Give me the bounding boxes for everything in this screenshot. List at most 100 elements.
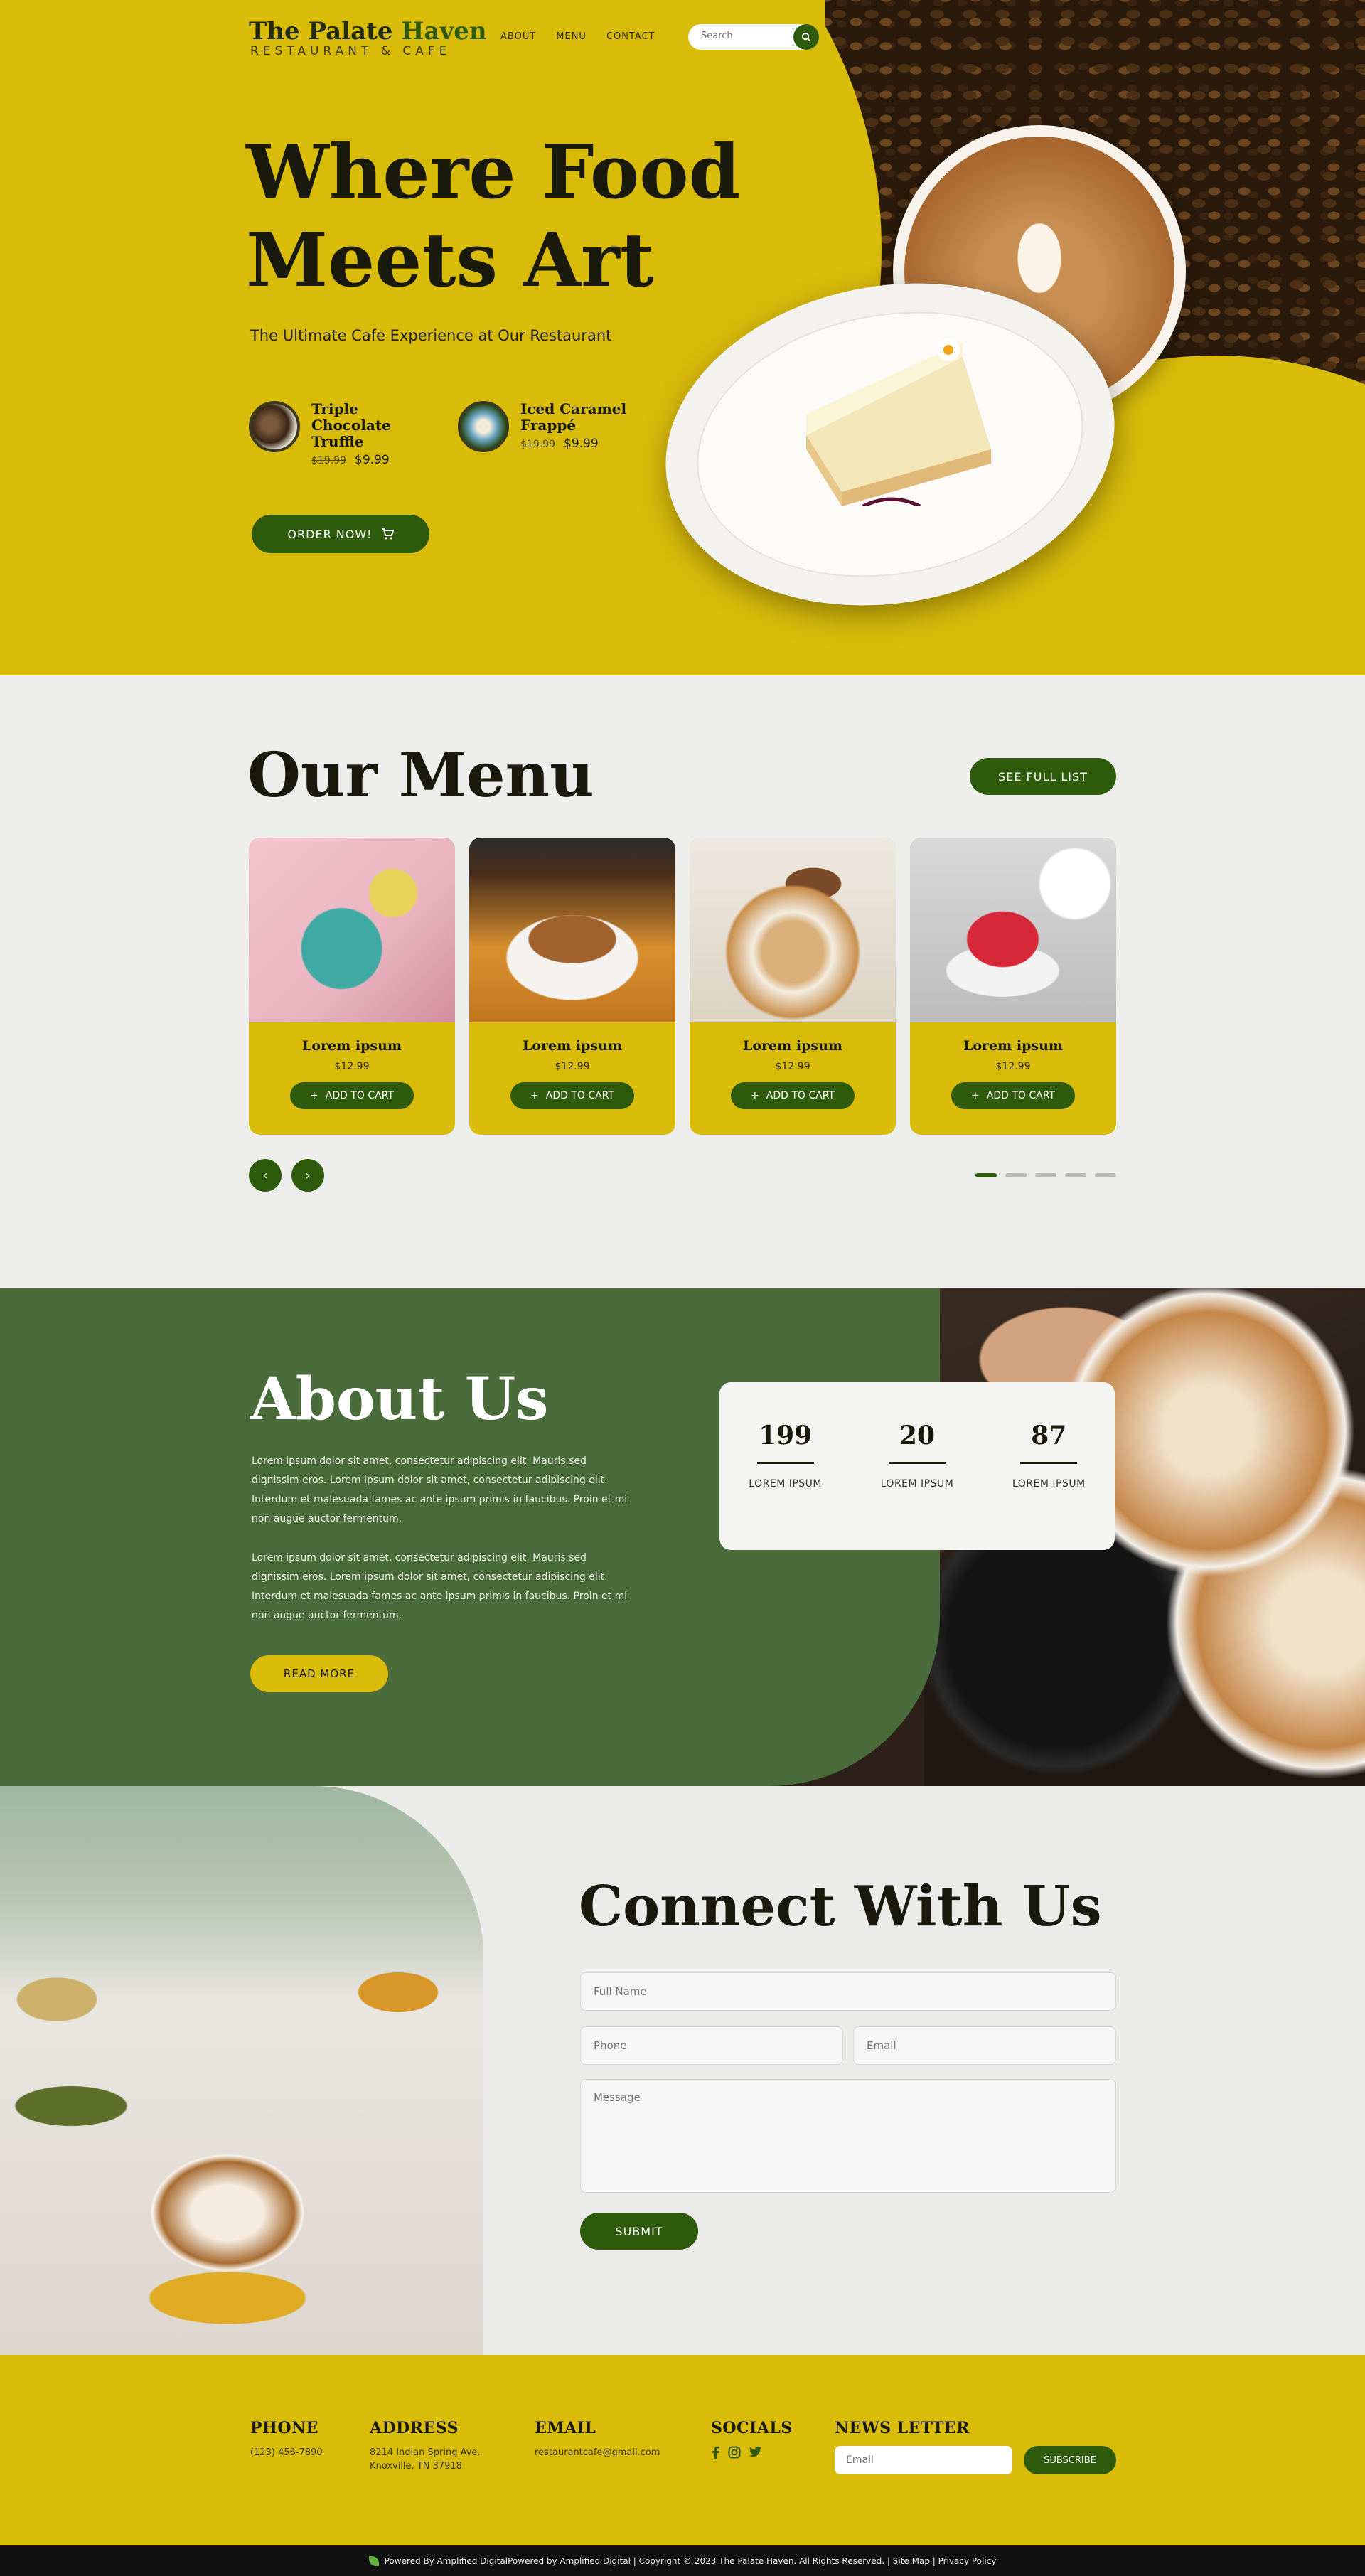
- search-input[interactable]: [701, 31, 786, 41]
- see-full-list-button[interactable]: SEE FULL LIST: [970, 758, 1116, 795]
- newsletter-email-input[interactable]: [835, 2446, 1012, 2474]
- search-icon: [801, 32, 811, 42]
- nav-link-about[interactable]: ABOUT: [500, 31, 536, 42]
- menu-title: Our Menu: [247, 739, 594, 811]
- nav-links: ABOUT MENU CONTACT: [500, 31, 655, 42]
- submit-button[interactable]: SUBMIT: [580, 2213, 698, 2250]
- carousel-prev-button[interactable]: ‹: [249, 1159, 282, 1192]
- featured-item-name: Triple Chocolate Truffle: [311, 400, 391, 450]
- hero-title: Where Food Meets Art: [246, 128, 740, 304]
- footer-phone-heading: PHONE: [250, 2419, 318, 2437]
- featured-item[interactable]: Triple Chocolate Truffle $19.99 $9.99: [249, 401, 437, 467]
- menu-item-name: Lorem ipsum: [963, 1038, 1063, 1054]
- stats-card: 199 LOREM IPSUM 20 LOREM IPSUM 87 LOREM …: [719, 1382, 1115, 1550]
- menu-card[interactable]: Lorem ipsum $12.99 + ADD TO CART: [690, 838, 896, 1135]
- stat-item: 199 LOREM IPSUM: [739, 1421, 832, 1550]
- menu-item-image: [469, 838, 675, 1022]
- footer-phone: PHONE (123) 456-7890: [250, 2419, 323, 2459]
- plus-icon: +: [971, 1090, 980, 1101]
- subscribe-button[interactable]: SUBSCRIBE: [1024, 2446, 1116, 2474]
- featured-item-name: Iced Caramel Frappé: [520, 400, 627, 434]
- top-navigation: The Palate Haven RESTAURANT & CAFE ABOUT…: [249, 17, 819, 60]
- phone-field[interactable]: [594, 2027, 830, 2064]
- carousel-dot[interactable]: [1095, 1173, 1116, 1177]
- stat-divider: [1020, 1462, 1078, 1464]
- menu-item-name: Lorem ipsum: [743, 1038, 842, 1054]
- about-paragraph: Lorem ipsum dolor sit amet, consectetur …: [252, 1552, 628, 1621]
- featured-item[interactable]: Iced Caramel Frappé $19.99 $9.99: [458, 401, 646, 467]
- add-to-cart-button[interactable]: + ADD TO CART: [290, 1082, 414, 1109]
- footer-address: ADDRESS 8214 Indian Spring Ave. Knoxvill…: [370, 2419, 481, 2473]
- brand-title-part2: Haven: [401, 17, 487, 46]
- menu-section: Our Menu SEE FULL LIST Lorem ipsum $12.9…: [0, 675, 1365, 1288]
- carousel-dot[interactable]: [1035, 1173, 1056, 1177]
- add-to-cart-label: ADD TO CART: [325, 1090, 394, 1101]
- contact-title: Connect With Us: [579, 1874, 1102, 1939]
- phone-field-wrapper: [580, 2026, 843, 2065]
- footer-phone-value[interactable]: (123) 456-7890: [250, 2446, 323, 2459]
- menu-card[interactable]: Lorem ipsum $12.99 + ADD TO CART: [249, 838, 455, 1135]
- featured-item-new-price: $9.99: [564, 437, 599, 451]
- hero-featured-items: Triple Chocolate Truffle $19.99 $9.99 Ice…: [249, 401, 646, 467]
- add-to-cart-button[interactable]: + ADD TO CART: [951, 1082, 1075, 1109]
- newsletter-form: SUBSCRIBE: [835, 2446, 1116, 2474]
- carousel-next-button[interactable]: ›: [291, 1159, 324, 1192]
- search-button[interactable]: [793, 24, 819, 50]
- full-name-field[interactable]: [594, 1973, 1103, 2010]
- facebook-icon[interactable]: [711, 2446, 719, 2459]
- leaf-icon: [368, 2555, 379, 2566]
- message-field-wrapper: [580, 2079, 1116, 2193]
- cart-icon: [381, 528, 394, 540]
- footer-newsletter-heading: NEWS LETTER: [835, 2419, 970, 2437]
- carousel-dot[interactable]: [1005, 1173, 1027, 1177]
- hero-title-line1: Where Food: [246, 128, 741, 215]
- order-now-button[interactable]: ORDER NOW!: [252, 515, 429, 553]
- plus-icon: +: [310, 1090, 318, 1101]
- add-to-cart-button[interactable]: + ADD TO CART: [510, 1082, 634, 1109]
- footer-email: EMAIL restaurantcafe@gmail.com: [535, 2419, 660, 2459]
- menu-card[interactable]: Lorem ipsum $12.99 + ADD TO CART: [910, 838, 1116, 1135]
- nav-link-contact[interactable]: CONTACT: [606, 31, 655, 42]
- stat-divider: [756, 1462, 814, 1464]
- brand-subtitle: RESTAURANT & CAFE: [250, 44, 451, 58]
- footer-email-value[interactable]: restaurantcafe@gmail.com: [535, 2446, 660, 2459]
- featured-item-old-price: $19.99: [520, 439, 555, 450]
- copyright-bar: Powered By Amplified DigitalPowered by A…: [0, 2545, 1365, 2576]
- menu-carousel: Lorem ipsum $12.99 + ADD TO CART Lorem i…: [249, 838, 1116, 1135]
- about-paragraph: Lorem ipsum dolor sit amet, consectetur …: [252, 1455, 628, 1524]
- brand-logo[interactable]: The Palate Haven: [249, 17, 487, 46]
- cake-slice-image: [806, 338, 991, 506]
- message-field[interactable]: [594, 2091, 1103, 2192]
- add-to-cart-button[interactable]: + ADD TO CART: [731, 1082, 855, 1109]
- add-to-cart-label: ADD TO CART: [545, 1090, 614, 1101]
- footer-socials: SOCIALS: [711, 2419, 793, 2459]
- instagram-icon[interactable]: [728, 2446, 741, 2459]
- add-to-cart-label: ADD TO CART: [766, 1090, 835, 1101]
- menu-item-image: [910, 838, 1116, 1022]
- frappe-thumbnail: [458, 401, 509, 452]
- menu-card[interactable]: Lorem ipsum $12.99 + ADD TO CART: [469, 838, 675, 1135]
- about-title: About Us: [250, 1365, 549, 1433]
- menu-item-price: $12.99: [555, 1061, 590, 1072]
- featured-item-old-price: $19.99: [311, 455, 346, 466]
- stat-value: 199: [759, 1421, 813, 1450]
- twitter-icon[interactable]: [749, 2446, 762, 2457]
- email-field[interactable]: [867, 2027, 1103, 2064]
- featured-item-price: $19.99 $9.99: [520, 437, 646, 451]
- hero-section: The Palate Haven RESTAURANT & CAFE ABOUT…: [0, 0, 1365, 675]
- search-box: [688, 24, 819, 50]
- contact-section: Connect With Us SUBMIT: [0, 1786, 1365, 2355]
- stat-label: LOREM IPSUM: [880, 1478, 954, 1490]
- chevron-right-icon: ›: [305, 1167, 311, 1183]
- carousel-dot[interactable]: [1065, 1173, 1086, 1177]
- featured-item-price: $19.99 $9.99: [311, 453, 437, 467]
- stat-value: 20: [899, 1421, 936, 1450]
- footer-address-heading: ADDRESS: [370, 2419, 459, 2437]
- email-field-wrapper: [853, 2026, 1116, 2065]
- footer-address-line2: Knoxville, TN 37918: [370, 2461, 462, 2471]
- carousel-dot[interactable]: [975, 1173, 997, 1177]
- nav-link-menu[interactable]: MENU: [556, 31, 587, 42]
- menu-item-price: $12.99: [775, 1061, 810, 1072]
- menu-item-image: [249, 838, 455, 1022]
- read-more-button[interactable]: READ MORE: [250, 1655, 388, 1692]
